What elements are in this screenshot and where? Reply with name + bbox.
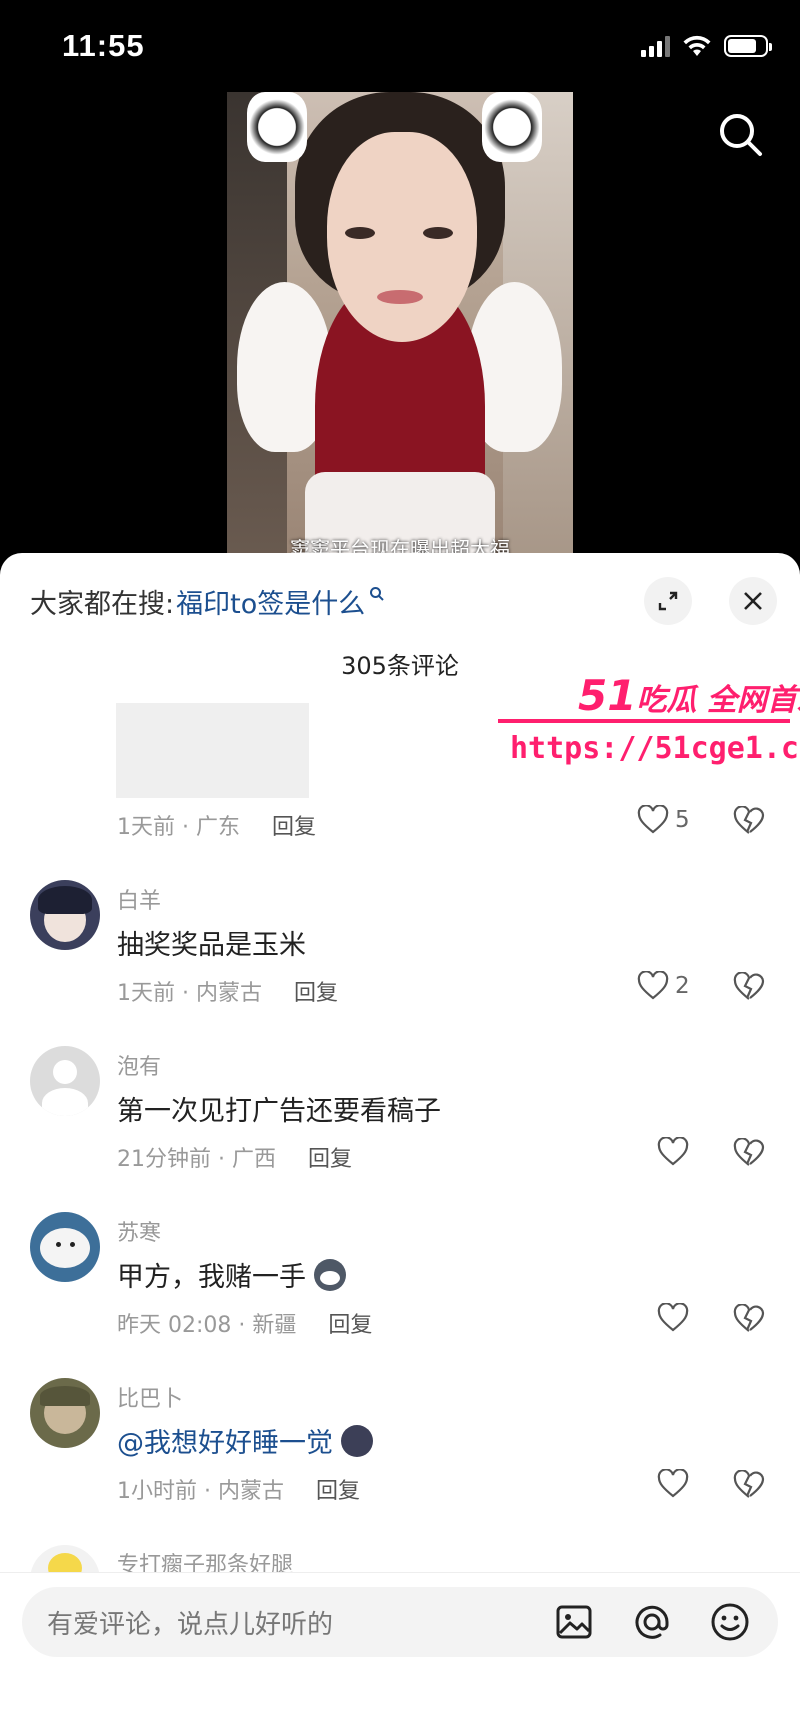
comment-time-location: 昨天 02:08 · 新疆: [117, 1313, 297, 1338]
comment-text-content: 第一次见打广告还要看稿子: [117, 1096, 441, 1127]
comment-username[interactable]: 泡有: [117, 1049, 161, 1081]
image-icon[interactable]: [552, 1600, 596, 1644]
comment-text: 第一次见打广告还要看稿子: [117, 1089, 441, 1128]
comment-text: @我想好好睡一觉: [117, 1421, 373, 1460]
avatar[interactable]: [30, 1378, 100, 1448]
expand-button[interactable]: [644, 577, 692, 625]
comment-input[interactable]: 有爱评论，说点儿好听的: [22, 1587, 778, 1657]
like-count: 5: [675, 807, 690, 833]
comment-time-location: 1小时前 · 内蒙古: [117, 1479, 284, 1504]
comment-meta: 1天前 · 广东 回复: [117, 809, 316, 841]
like-button[interactable]: 5: [637, 805, 690, 835]
comment-meta: 1天前 · 内蒙古 回复: [117, 975, 338, 1007]
watermark-number: 51: [578, 671, 637, 720]
dislike-icon[interactable]: [733, 972, 765, 1002]
like-button[interactable]: [657, 1137, 689, 1167]
avatar[interactable]: [30, 1046, 100, 1116]
at-mention-icon[interactable]: [630, 1600, 674, 1644]
search-small-icon: [369, 586, 385, 606]
dislike-icon[interactable]: [733, 806, 765, 836]
comment-text: 抽奖奖品是玉米: [117, 923, 306, 962]
status-icons: [641, 34, 772, 58]
like-button[interactable]: 2: [637, 971, 690, 1001]
heart-icon: [657, 1469, 689, 1498]
mention-link[interactable]: @我想好好睡一觉: [117, 1421, 333, 1460]
like-button[interactable]: [657, 1303, 689, 1333]
dislike-icon[interactable]: [733, 1470, 765, 1500]
like-count: 2: [675, 973, 690, 999]
hot-search-term[interactable]: 福印to签是什么: [176, 582, 365, 621]
dislike-icon[interactable]: [733, 1304, 765, 1334]
reply-button[interactable]: 回复: [272, 815, 316, 840]
comment-text-content: 甲方，我赌一手: [117, 1262, 306, 1293]
comment-time-location: 1天前 · 广东: [117, 815, 240, 840]
battery-icon: [724, 35, 772, 57]
comment-meta: 1小时前 · 内蒙古 回复: [117, 1473, 360, 1505]
comment-text-content: 抽奖奖品是玉米: [117, 930, 306, 961]
avatar[interactable]: [30, 880, 100, 950]
cellular-signal-icon: [641, 35, 670, 57]
comment-time-location: 21分钟前 · 广西: [117, 1147, 276, 1172]
comment-username[interactable]: 比巴卜: [117, 1381, 183, 1413]
comment-input-bar: 有爱评论，说点儿好听的: [0, 1572, 800, 1731]
heart-icon: [657, 1303, 689, 1332]
watermark: 51吃瓜 全网首发 https://51cge1.com: [498, 671, 800, 781]
heart-icon: [637, 971, 669, 1000]
comment-time-location: 1天前 · 内蒙古: [117, 981, 262, 1006]
comment-input-placeholder: 有爱评论，说点儿好听的: [47, 1610, 334, 1640]
video-player[interactable]: 窦窦平台现在曝出超大福: [227, 92, 573, 562]
dislike-icon[interactable]: [733, 1138, 765, 1168]
wifi-icon: [683, 35, 711, 56]
status-time: 11:55: [62, 28, 145, 63]
expand-icon: [658, 591, 678, 611]
heart-icon: [637, 805, 669, 834]
hot-search[interactable]: 大家都在搜: 福印to签是什么: [30, 582, 385, 621]
comment-meta: 21分钟前 · 广西 回复: [117, 1141, 352, 1173]
reply-button[interactable]: 回复: [328, 1313, 372, 1338]
husky-emoji-icon: [314, 1258, 346, 1291]
comment-meta: 昨天 02:08 · 新疆 回复: [117, 1307, 372, 1339]
comment-image[interactable]: [116, 703, 309, 798]
like-button[interactable]: [657, 1469, 689, 1499]
close-icon: [744, 592, 762, 610]
comment-text: 甲方，我赌一手: [117, 1255, 346, 1294]
reply-button[interactable]: 回复: [294, 981, 338, 1006]
hot-search-label: 大家都在搜:: [30, 589, 175, 620]
comment-sheet: 大家都在搜: 福印to签是什么 305条评论 51吃瓜 全网首发 https:/…: [0, 553, 800, 1731]
avatar[interactable]: [30, 1212, 100, 1282]
search-icon[interactable]: [716, 110, 766, 160]
comment-username[interactable]: 白羊: [117, 883, 161, 915]
emoji-face-icon[interactable]: [708, 1600, 752, 1644]
watermark-url: https://51cge1.com: [510, 731, 800, 766]
reply-button[interactable]: 回复: [308, 1147, 352, 1172]
reply-button[interactable]: 回复: [316, 1479, 360, 1504]
close-button[interactable]: [729, 577, 777, 625]
emoji-icon: [341, 1424, 373, 1457]
comment-username[interactable]: 苏寒: [117, 1215, 161, 1247]
heart-icon: [657, 1137, 689, 1166]
watermark-brand: 吃瓜 全网首发: [636, 683, 800, 718]
status-bar: 11:55: [0, 0, 800, 92]
